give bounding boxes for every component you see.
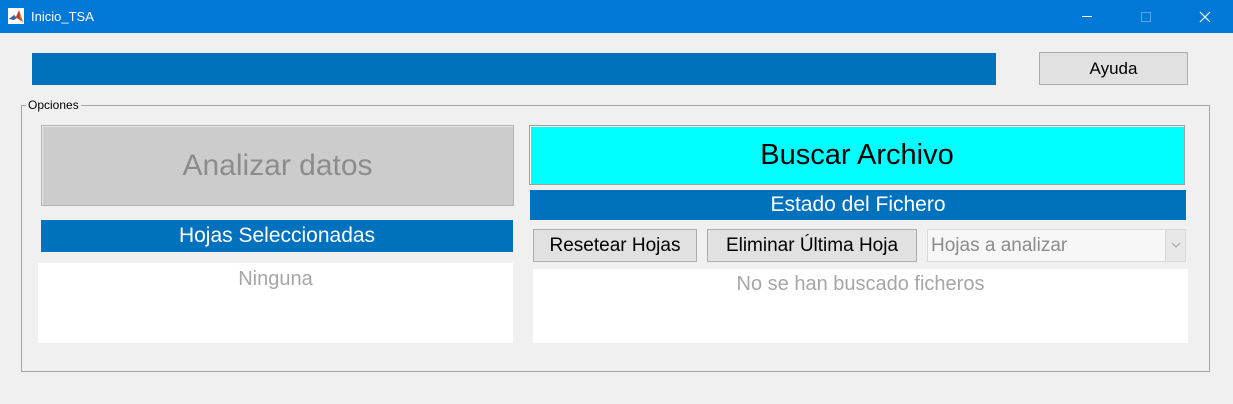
chevron-down-icon bbox=[1171, 242, 1181, 248]
sheet-selector[interactable]: Hojas a analizar bbox=[927, 229, 1186, 262]
matlab-icon bbox=[8, 8, 24, 24]
maximize-button[interactable] bbox=[1123, 0, 1169, 33]
sheet-selector-value: Hojas a analizar bbox=[931, 235, 1068, 256]
title-bar: Inicio_TSA bbox=[0, 0, 1233, 33]
close-button[interactable] bbox=[1182, 0, 1228, 33]
file-status-message: No se han buscado ficheros bbox=[736, 273, 985, 295]
selected-sheets-header: Hojas Seleccionadas bbox=[41, 220, 513, 252]
selected-sheets-box: Ninguna bbox=[38, 263, 513, 343]
window-title: Inicio_TSA bbox=[31, 9, 94, 24]
maximize-icon bbox=[1141, 12, 1151, 22]
minimize-button[interactable] bbox=[1064, 0, 1110, 33]
progress-bar bbox=[32, 53, 996, 85]
file-status-header: Estado del Fichero bbox=[530, 190, 1186, 220]
file-status-box: No se han buscado ficheros bbox=[533, 269, 1188, 343]
options-panel-title: Opciones bbox=[26, 98, 81, 112]
selected-sheets-value: Ninguna bbox=[238, 268, 313, 290]
delete-last-sheet-button[interactable]: Eliminar Última Hoja bbox=[707, 229, 917, 262]
minimize-icon bbox=[1082, 16, 1092, 17]
browse-file-button[interactable]: Buscar Archivo bbox=[529, 125, 1185, 185]
analyze-data-button[interactable]: Analizar datos bbox=[41, 125, 514, 206]
sheet-selector-arrow[interactable] bbox=[1165, 230, 1185, 261]
help-button[interactable]: Ayuda bbox=[1039, 52, 1188, 85]
reset-sheets-button[interactable]: Resetear Hojas bbox=[533, 229, 697, 262]
close-icon bbox=[1199, 11, 1211, 23]
